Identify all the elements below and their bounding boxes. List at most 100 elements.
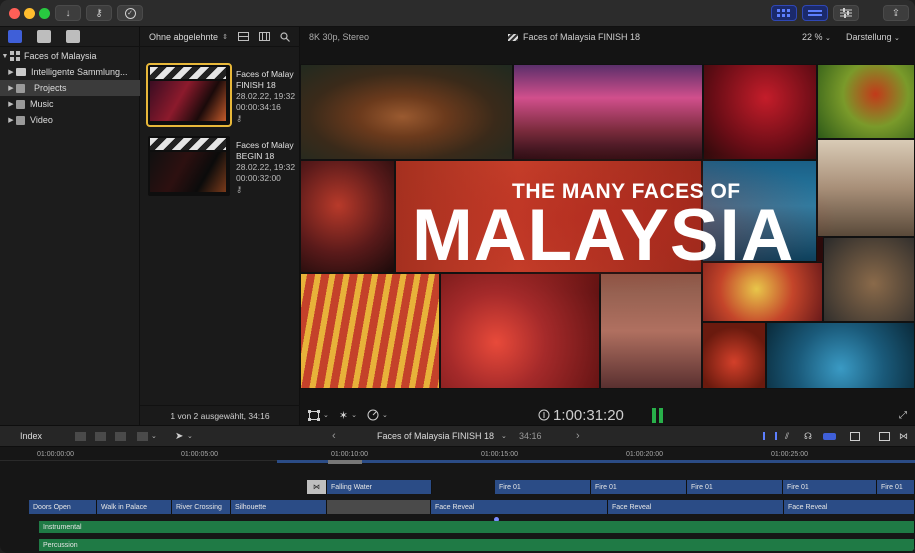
clip-appearance-icon[interactable] [850, 431, 860, 441]
zoom-window-button[interactable] [39, 8, 50, 19]
filter-popup[interactable]: Ohne abgelehnte [149, 32, 218, 42]
project-thumbnail[interactable] [148, 136, 230, 196]
timeline-clip[interactable]: Silhouette [231, 500, 327, 514]
inspector-toggle[interactable] [833, 5, 859, 21]
index-button[interactable]: Index [20, 431, 42, 441]
minimize-window-button[interactable] [24, 8, 35, 19]
select-tool-icon[interactable]: ➤ [175, 431, 183, 442]
chevron-down-icon[interactable]: ⌄ [382, 411, 388, 419]
ruler-tick: 01:00:20:00 [626, 451, 663, 458]
overwrite-clip-icon[interactable] [137, 431, 148, 441]
chevron-down-icon[interactable]: ⌄ [351, 411, 357, 419]
disclosure-right-icon[interactable]: ▶ [6, 84, 16, 92]
sidebar-item-music[interactable]: ▶ Music [0, 96, 140, 112]
title-line-2: MALAYSIA [412, 195, 795, 276]
disclosure-right-icon[interactable]: ▶ [6, 68, 16, 76]
append-clip-icon[interactable] [115, 431, 126, 441]
clip-label: Face Reveal [435, 503, 475, 511]
enhance-wand-icon[interactable]: ✶ [339, 409, 348, 422]
chevron-down-icon[interactable]: ⌄ [323, 411, 329, 419]
clip-appearance-icon[interactable] [258, 32, 270, 41]
headphones-icon[interactable]: ☊ [804, 431, 812, 442]
import-button[interactable]: ↓ [55, 5, 81, 21]
project-thumbnail[interactable] [146, 63, 232, 127]
titles-generators-tab-icon[interactable] [66, 30, 80, 43]
clip-label: Fire 01 [595, 483, 617, 491]
transition-icon[interactable]: ⋈ [307, 480, 327, 494]
history-back-icon[interactable]: ‹ [332, 430, 336, 442]
history-forward-icon[interactable]: › [576, 430, 580, 442]
audio-meter-left [652, 408, 656, 423]
chevron-down-icon[interactable]: ⌄ [151, 432, 157, 440]
disclosure-right-icon[interactable]: ▶ [6, 116, 16, 124]
timeline-clip[interactable]: Face Reveal [431, 500, 608, 514]
library-sidebar: ▼ Faces of Malaysia ▶ Intelligente Samml… [0, 27, 140, 425]
zoom-popup[interactable]: 22 % ⌄ [802, 32, 831, 42]
timecode-display[interactable]: 1:00:31:20 [538, 407, 624, 424]
search-icon[interactable] [280, 31, 290, 42]
timeline-toggle[interactable] [802, 5, 828, 21]
view-popup[interactable]: Darstellung ⌄ [846, 32, 900, 42]
timeline-clip[interactable]: Fire 01 [783, 480, 877, 494]
chevron-down-icon[interactable]: ⌄ [501, 432, 507, 440]
audio-skim-icon[interactable]: ⫽ [785, 431, 789, 442]
keyword-button[interactable]: ⚷ [86, 5, 112, 21]
snapping-icon[interactable] [823, 432, 836, 440]
sidebar-tabs [0, 27, 140, 47]
background-tasks-button[interactable]: ✓ [117, 5, 143, 21]
fullscreen-icon[interactable]: ⤢ [899, 410, 907, 421]
disclosure-down-icon[interactable]: ▼ [0, 53, 10, 60]
chevron-down-icon[interactable]: ⌄ [187, 432, 193, 440]
timeline-clip[interactable]: Falling Water [327, 480, 432, 494]
video-scope-icon[interactable] [763, 432, 777, 440]
import-icon: ↓ [65, 7, 71, 19]
timeline-clip[interactable]: Fire 01 [495, 480, 591, 494]
timeline-clip[interactable]: Doors Open [29, 500, 97, 514]
timeline-clip[interactable]: River Crossing [172, 500, 231, 514]
ruler-tick: 01:00:15:00 [481, 451, 518, 458]
sidebar-item-projects[interactable]: ▶ Projects [0, 80, 140, 96]
timeline-clip[interactable]: Walk in Palace [97, 500, 172, 514]
project-clip[interactable]: Faces of Malay FINISH 18 28.02.22, 19:32… [146, 63, 300, 127]
gap-clip[interactable] [327, 500, 431, 514]
key-icon: ⚷ [95, 7, 103, 19]
photos-audio-tab-icon[interactable] [37, 30, 51, 43]
audio-clip[interactable]: Percussion [39, 539, 915, 551]
share-button[interactable]: ⇪ [883, 5, 909, 21]
clip-date: 28.02.22, 19:32 [236, 162, 296, 172]
clip-label: Doors Open [33, 503, 71, 511]
clip-date: 28.02.22, 19:32 [236, 91, 296, 101]
sidebar-item-video[interactable]: ▶ Video [0, 112, 140, 128]
library-item[interactable]: ▼ Faces of Malaysia [0, 48, 140, 64]
timeline-clip[interactable]: Fire 01 [591, 480, 687, 494]
video-frame[interactable]: THE MANY FACES OF MALAYSIA [300, 64, 915, 389]
timeline-clip[interactable]: Face Reveal [608, 500, 784, 514]
format-label: 8K 30p, Stereo [309, 32, 370, 42]
transform-icon[interactable] [308, 409, 320, 421]
transitions-browser-icon[interactable]: ⋈ [899, 431, 908, 442]
filmstrip-view-icon[interactable] [237, 32, 249, 41]
insert-clip-icon[interactable] [95, 431, 106, 441]
timeline-clip[interactable]: Face Reveal [784, 500, 915, 514]
timeline-ruler[interactable]: 01:00:00:00 01:00:05:00 01:00:10:00 01:0… [0, 447, 915, 461]
libraries-tab-icon[interactable] [8, 30, 22, 43]
project-clip[interactable]: Faces of Malay BEGIN 18 28.02.22, 19:32 … [148, 136, 300, 198]
timeline-clip[interactable]: Fire 01 [877, 480, 915, 494]
speed-icon[interactable] [367, 409, 379, 421]
timeline-project-name[interactable]: Faces of Malaysia FINISH 18 [377, 431, 494, 441]
zoom-value: 22 % [802, 32, 823, 42]
share-icon: ⇪ [891, 7, 901, 19]
connect-clip-icon[interactable] [75, 431, 86, 441]
disclosure-right-icon[interactable]: ▶ [6, 100, 16, 108]
close-window-button[interactable] [9, 8, 20, 19]
selection-status: 1 von 2 ausgewählt, 34:16 [140, 405, 300, 425]
sidebar-item-smart-collections[interactable]: ▶ Intelligente Sammlung... [0, 64, 140, 80]
audio-clip[interactable]: Instrumental [39, 521, 915, 533]
library-browser-toggle[interactable] [771, 5, 797, 21]
ruler-tick: 01:00:10:00 [331, 451, 368, 458]
timeline[interactable]: 01:00:00:00 01:00:05:00 01:00:10:00 01:0… [0, 447, 915, 553]
playhead-range [328, 460, 362, 464]
effects-browser-icon[interactable] [879, 431, 890, 441]
clapper-icon [508, 33, 518, 41]
timeline-clip[interactable]: Fire 01 [687, 480, 783, 494]
